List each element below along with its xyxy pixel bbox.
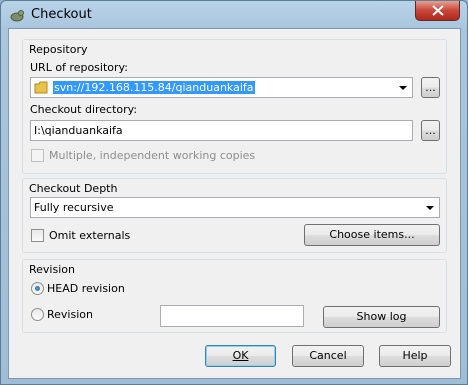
folder-icon <box>34 81 48 94</box>
repository-group-title: Repository <box>29 43 88 56</box>
cancel-button[interactable]: Cancel <box>292 345 364 367</box>
close-icon <box>432 5 444 16</box>
head-revision-label: HEAD revision <box>47 282 125 295</box>
checkout-dialog: Checkout Repository URL of repository: s… <box>0 0 468 385</box>
chevron-down-icon <box>399 86 407 90</box>
url-browse-button[interactable]: ... <box>421 77 440 98</box>
help-button[interactable]: Help <box>379 345 451 367</box>
dir-browse-button[interactable]: ... <box>421 120 440 141</box>
title-bar[interactable]: Checkout <box>1 1 467 29</box>
omit-externals-checkbox[interactable] <box>31 229 44 242</box>
revision-input[interactable] <box>160 305 304 327</box>
radio-selected-dot <box>35 286 40 291</box>
multiple-working-copies-label: Multiple, independent working copies <box>49 149 256 162</box>
checkout-dir-label: Checkout directory: <box>30 103 138 116</box>
ok-button[interactable]: OK <box>205 345 276 367</box>
head-revision-radio[interactable] <box>31 282 44 295</box>
close-button[interactable] <box>415 1 460 21</box>
revision-group-title: Revision <box>29 263 75 276</box>
depth-select[interactable]: Fully recursive <box>30 197 440 218</box>
choose-items-button[interactable]: Choose items... <box>304 224 440 246</box>
dialog-body: Repository URL of repository: svn://192.… <box>8 28 461 379</box>
chevron-down-icon <box>426 206 434 210</box>
url-label: URL of repository: <box>30 61 128 74</box>
revision-radio[interactable] <box>31 308 44 321</box>
url-value: svn://192.168.115.84/qianduankaifa <box>53 81 255 94</box>
tortoisesvn-icon <box>10 10 24 22</box>
checkout-depth-group-title: Checkout Depth <box>29 182 118 195</box>
checkout-dir-input[interactable]: I:\qianduankaifa <box>30 120 413 141</box>
multiple-working-copies-checkbox[interactable] <box>31 149 44 162</box>
omit-externals-label: Omit externals <box>49 229 131 242</box>
show-log-button[interactable]: Show log <box>323 306 440 328</box>
window-title: Checkout <box>31 7 92 22</box>
url-combobox[interactable]: svn://192.168.115.84/qianduankaifa <box>30 77 413 98</box>
depth-selected-value: Fully recursive <box>34 201 114 214</box>
ok-button-label: OK <box>232 349 249 362</box>
revision-label: Revision <box>47 308 93 321</box>
